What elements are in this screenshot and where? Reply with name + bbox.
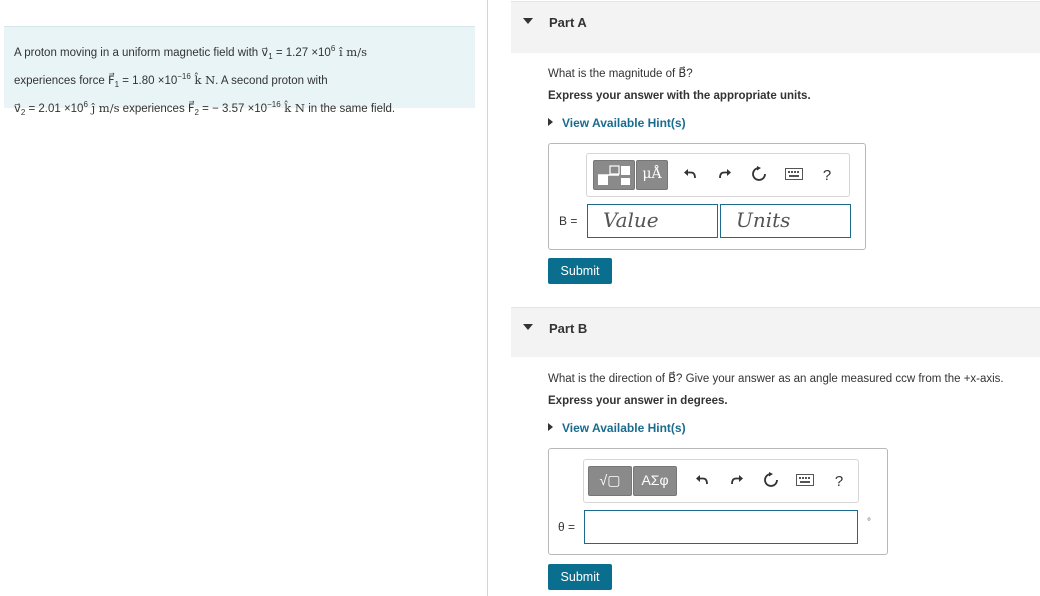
greek-symbols-label: ΑΣφ bbox=[641, 472, 669, 488]
templates-button[interactable]: √▢ bbox=[588, 466, 632, 496]
F2-exponent: −16 bbox=[267, 100, 281, 110]
help-icon[interactable]: ? bbox=[817, 166, 837, 186]
templates-label: √▢ bbox=[599, 472, 621, 488]
part-b-header[interactable]: Part B bbox=[511, 307, 1040, 357]
part-b-title: Part B bbox=[549, 321, 588, 336]
v1-value: = 1.27 ×10 bbox=[272, 46, 331, 59]
units-template-label: μÅ bbox=[642, 166, 662, 182]
v1-unit: î m/s bbox=[335, 44, 367, 59]
expand-triangle-icon bbox=[548, 118, 553, 126]
part-b-question: What is the direction of B⃗? Give your a… bbox=[548, 373, 1004, 385]
redo-icon[interactable] bbox=[715, 166, 735, 186]
problem-text: A proton moving in a uniform magnetic fi… bbox=[14, 46, 262, 59]
greek-symbols-button[interactable]: ΑΣφ bbox=[633, 466, 677, 496]
problem-line-1: A proton moving in a uniform magnetic fi… bbox=[14, 39, 465, 67]
part-b-hint-link[interactable]: View Available Hint(s) bbox=[548, 421, 686, 435]
reset-icon[interactable] bbox=[749, 166, 769, 186]
units-input[interactable]: Units bbox=[720, 204, 851, 238]
keyboard-icon[interactable] bbox=[794, 472, 816, 492]
template-grid-icon bbox=[598, 165, 630, 185]
part-a-answer-box: μÅ ? B = Value Units bbox=[548, 143, 866, 250]
help-icon[interactable]: ? bbox=[829, 472, 849, 492]
part-b-submit-button[interactable]: Submit bbox=[548, 564, 612, 590]
B-variable-label: B = bbox=[559, 214, 578, 228]
F2-unit: k̂ N bbox=[280, 101, 305, 116]
pane-divider bbox=[487, 0, 488, 596]
part-a-question: What is the magnitude of B⃗? bbox=[548, 68, 693, 80]
theta-variable-label: θ = bbox=[558, 520, 576, 534]
hint-label: View Available Hint(s) bbox=[562, 116, 686, 130]
F2-value: = − 3.57 ×10 bbox=[198, 103, 268, 116]
part-a-title: Part A bbox=[549, 15, 587, 30]
F1-symbol: F⃗ bbox=[107, 72, 115, 87]
redo-icon[interactable] bbox=[727, 472, 747, 492]
degree-unit-label: ° bbox=[867, 517, 871, 528]
expand-triangle-icon bbox=[548, 423, 553, 431]
v2-value: = 2.01 ×10 bbox=[25, 103, 84, 116]
part-a-hint-link[interactable]: View Available Hint(s) bbox=[548, 116, 686, 130]
problem-line-2: experiences force F⃗1 = 1.80 ×10−16 k̂ N… bbox=[14, 67, 465, 95]
part-a-instruction: Express your answer with the appropriate… bbox=[548, 90, 811, 102]
F1-unit: k̂ N bbox=[190, 72, 216, 87]
undo-icon[interactable] bbox=[692, 472, 712, 492]
help-label: ? bbox=[834, 473, 844, 490]
problem-statement: A proton moving in a uniform magnetic fi… bbox=[4, 26, 475, 117]
part-b-answer-box: √▢ ΑΣφ ? θ = ° bbox=[548, 448, 888, 555]
reset-icon[interactable] bbox=[761, 472, 781, 492]
problem-text: . A second proton with bbox=[215, 74, 328, 87]
units-template-button[interactable]: μÅ bbox=[636, 160, 668, 190]
undo-icon[interactable] bbox=[680, 166, 700, 186]
problem-text: experiences bbox=[119, 103, 188, 116]
templates-button[interactable] bbox=[593, 160, 635, 190]
part-a-header[interactable]: Part A bbox=[511, 1, 1040, 53]
collapse-caret-icon[interactable] bbox=[523, 324, 533, 330]
problem-text: experiences force bbox=[14, 74, 108, 87]
part-a-toolbar: μÅ ? bbox=[586, 153, 850, 197]
F1-exponent: −16 bbox=[177, 72, 191, 82]
problem-line-3: v⃗2 = 2.01 ×106 ĵ m/s experiences F⃗2 = … bbox=[14, 95, 465, 123]
problem-text: in the same field. bbox=[305, 103, 396, 116]
part-b-toolbar: √▢ ΑΣφ ? bbox=[583, 459, 859, 503]
v2-symbol: v⃗ bbox=[14, 101, 21, 116]
part-b-instruction: Express your answer in degrees. bbox=[548, 395, 728, 407]
F1-value: = 1.80 ×10 bbox=[119, 74, 178, 87]
help-label: ? bbox=[822, 167, 832, 184]
angle-input[interactable] bbox=[584, 510, 858, 544]
F2-symbol: F⃗ bbox=[187, 101, 195, 116]
v2-unit: ĵ m/s bbox=[87, 101, 120, 116]
hint-label: View Available Hint(s) bbox=[562, 421, 686, 435]
keyboard-icon[interactable] bbox=[783, 166, 805, 186]
value-input[interactable]: Value bbox=[587, 204, 718, 238]
part-a-submit-button[interactable]: Submit bbox=[548, 258, 612, 284]
collapse-caret-icon[interactable] bbox=[523, 18, 533, 24]
